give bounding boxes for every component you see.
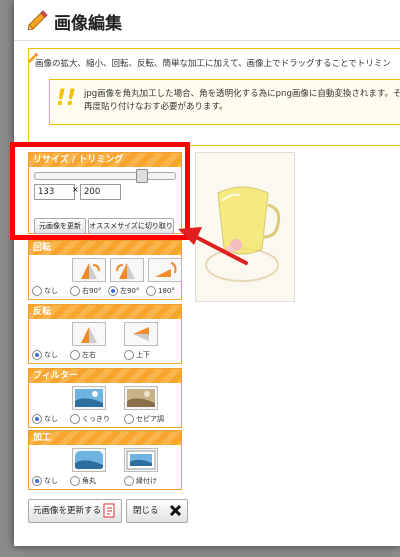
image-edit-dialog: 画像編集 画像の拡大、縮小、回転、反転、簡単な加工に加えて、画像上でドラッグする… <box>14 0 400 546</box>
description-text: 画像の拡大、縮小、回転、反転、簡単な加工に加えて、画像上でドラッグすることでトリ… <box>35 59 391 69</box>
red-arrow-icon <box>178 227 248 265</box>
description-box: 画像の拡大、縮小、回転、反転、簡単な加工に加えて、画像上でドラッグすることでトリ… <box>28 48 400 146</box>
rounded-corner-icon[interactable] <box>72 448 106 472</box>
filter-option-sharp[interactable]: くっきり <box>70 414 110 424</box>
close-button[interactable]: 閉じる <box>126 499 188 523</box>
tip-box: !! jpg画像を角丸加工した場合、角を透明化する為にpng画像に自動変換されま… <box>49 79 400 125</box>
highlight-box <box>10 142 190 240</box>
flip-option-none[interactable]: なし <box>32 350 58 360</box>
rotate-option-left90[interactable]: 左90° <box>108 286 139 296</box>
rotate-left-icon[interactable] <box>110 258 144 282</box>
close-label: 閉じる <box>133 506 159 516</box>
exclamation-icon: !! <box>56 86 77 111</box>
tip-line-1: jpg画像を角丸加工した場合、角を透明化する為にpng画像に自動変換されます。そ <box>84 89 400 99</box>
update-image-label: 元画像を更新する <box>33 506 102 516</box>
filter-panel-title: フィルター <box>29 369 181 383</box>
flip-option-lr[interactable]: 左右 <box>70 350 96 360</box>
update-image-button[interactable]: 元画像を更新する <box>28 499 122 523</box>
process-option-rounded[interactable]: 角丸 <box>70 476 96 486</box>
page-title: 画像編集 <box>54 14 122 34</box>
process-panel-title: 加工 <box>29 431 181 445</box>
sepia-filter-icon[interactable] <box>124 386 158 410</box>
tip-text: jpg画像を角丸加工した場合、角を透明化する為にpng画像に自動変換されます。そ… <box>84 88 400 114</box>
process-option-border[interactable]: 縁付け <box>124 476 157 486</box>
flip-horizontal-icon[interactable] <box>72 322 106 346</box>
document-icon <box>103 503 117 528</box>
filter-option-none[interactable]: なし <box>32 414 58 424</box>
flip-vertical-icon[interactable] <box>124 322 158 346</box>
filter-option-sepia[interactable]: セピア調 <box>124 414 164 424</box>
flip-option-ud[interactable]: 上下 <box>124 350 150 360</box>
rotate-option-none[interactable]: なし <box>32 286 58 296</box>
process-option-none[interactable]: なし <box>32 476 58 486</box>
close-icon <box>169 504 182 526</box>
rotate-right-icon[interactable] <box>72 258 106 282</box>
rotate-panel-title: 回転 <box>29 241 181 255</box>
dialog-header: 画像編集 <box>14 0 400 41</box>
border-frame-icon[interactable] <box>124 448 158 472</box>
flip-panel-title: 反転 <box>29 305 181 319</box>
pencil-icon <box>26 8 48 34</box>
rotate-option-180[interactable]: 180° <box>146 286 175 296</box>
tip-line-2: 再度貼り付けなおす必要があります。 <box>84 102 228 112</box>
sharpen-filter-icon[interactable] <box>72 386 106 410</box>
rotate-option-right90[interactable]: 右90° <box>70 286 101 296</box>
